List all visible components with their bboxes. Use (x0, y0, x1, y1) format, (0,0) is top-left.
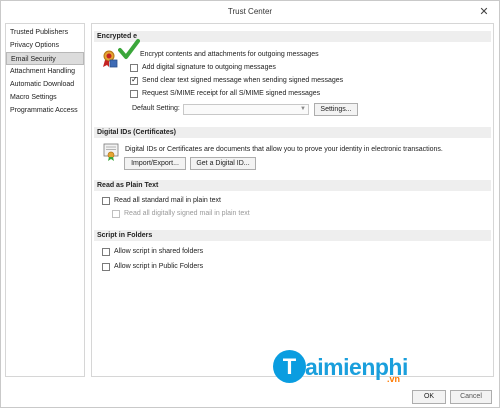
sidebar-item-trusted-publishers[interactable]: Trusted Publishers (6, 26, 84, 39)
sidebar-item-email-security[interactable]: Email Security (6, 52, 84, 65)
digital-ids-header: Digital IDs (Certificates) (94, 127, 491, 138)
read-signed-mail-plain-text-label: Read all digitally signed mail in plain … (124, 210, 250, 217)
default-setting-label: Default Setting: (132, 105, 180, 112)
add-digital-signature-checkbox[interactable] (130, 64, 138, 72)
read-standard-mail-plain-text-checkbox[interactable] (102, 197, 110, 205)
watermark-logo-mark: T (273, 350, 306, 383)
get-digital-id-button[interactable]: Get a Digital ID... (190, 157, 256, 170)
sidebar-item-attachment-handling[interactable]: Attachment Handling (6, 65, 84, 78)
dropdown-arrow-icon: ▼ (300, 106, 306, 112)
window-title: Trust Center (227, 7, 273, 16)
sidebar-item-programmatic-access[interactable]: Programmatic Access (6, 104, 84, 117)
certificate-ribbon-icon (103, 50, 118, 68)
read-as-plain-text-header: Read as Plain Text (94, 180, 491, 191)
digital-ids-description: Digital IDs or Certificates are document… (125, 146, 443, 153)
read-standard-mail-plain-text-label: Read all standard mail in plain text (114, 197, 222, 204)
allow-script-shared-folders-label: Allow script in shared folders (114, 248, 204, 255)
close-icon[interactable]: ✕ (477, 5, 491, 19)
send-clear-text-checkbox[interactable] (130, 75, 138, 85)
request-smime-receipt-checkbox[interactable] (130, 90, 138, 98)
sidebar-item-privacy-options[interactable]: Privacy Options (6, 39, 84, 52)
taimienphi-watermark-logo: T aimienphi .vn (273, 348, 408, 388)
option-encrypt-contents[interactable]: Encrypt contents and attachments for out… (140, 50, 319, 60)
green-checkmark-icon (118, 39, 140, 59)
request-smime-receipt-label: Request S/MIME receipt for all S/MIME si… (142, 90, 321, 97)
ok-button[interactable]: OK (412, 390, 446, 404)
option-label: Encrypt contents and attachments for out… (140, 51, 319, 58)
encrypted-email-header: Encrypted e (94, 31, 491, 42)
default-setting-select[interactable]: ▼ (183, 104, 309, 115)
watermark-logo-suffix: .vn (387, 374, 401, 384)
read-signed-mail-plain-text-checkbox[interactable] (112, 210, 120, 218)
title-bar: Trust Center ✕ (1, 1, 499, 23)
import-export-button[interactable]: Import/Export... (124, 157, 186, 170)
sidebar-item-automatic-download[interactable]: Automatic Download (6, 78, 84, 91)
allow-script-public-folders-label: Allow script in Public Folders (114, 263, 204, 270)
sidebar-item-macro-settings[interactable]: Macro Settings (6, 91, 84, 104)
trust-center-window: Trust Center ✕ Trusted Publishers Privac… (0, 0, 500, 408)
settings-button[interactable]: Settings... (314, 103, 358, 116)
sidebar: Trusted Publishers Privacy Options Email… (5, 23, 85, 377)
add-digital-signature-label: Add digital signature to outgoing messag… (142, 64, 276, 71)
allow-script-shared-folders-checkbox[interactable] (102, 248, 110, 256)
allow-script-public-folders-checkbox[interactable] (102, 263, 110, 271)
cancel-button[interactable]: Cancel (450, 390, 492, 404)
digital-id-certificate-icon (103, 143, 119, 161)
script-in-folders-header: Script in Folders (94, 230, 491, 241)
send-clear-text-label: Send clear text signed message when send… (142, 77, 344, 84)
content-pane: Encrypted e Encrypt contents and attachm… (91, 23, 494, 377)
